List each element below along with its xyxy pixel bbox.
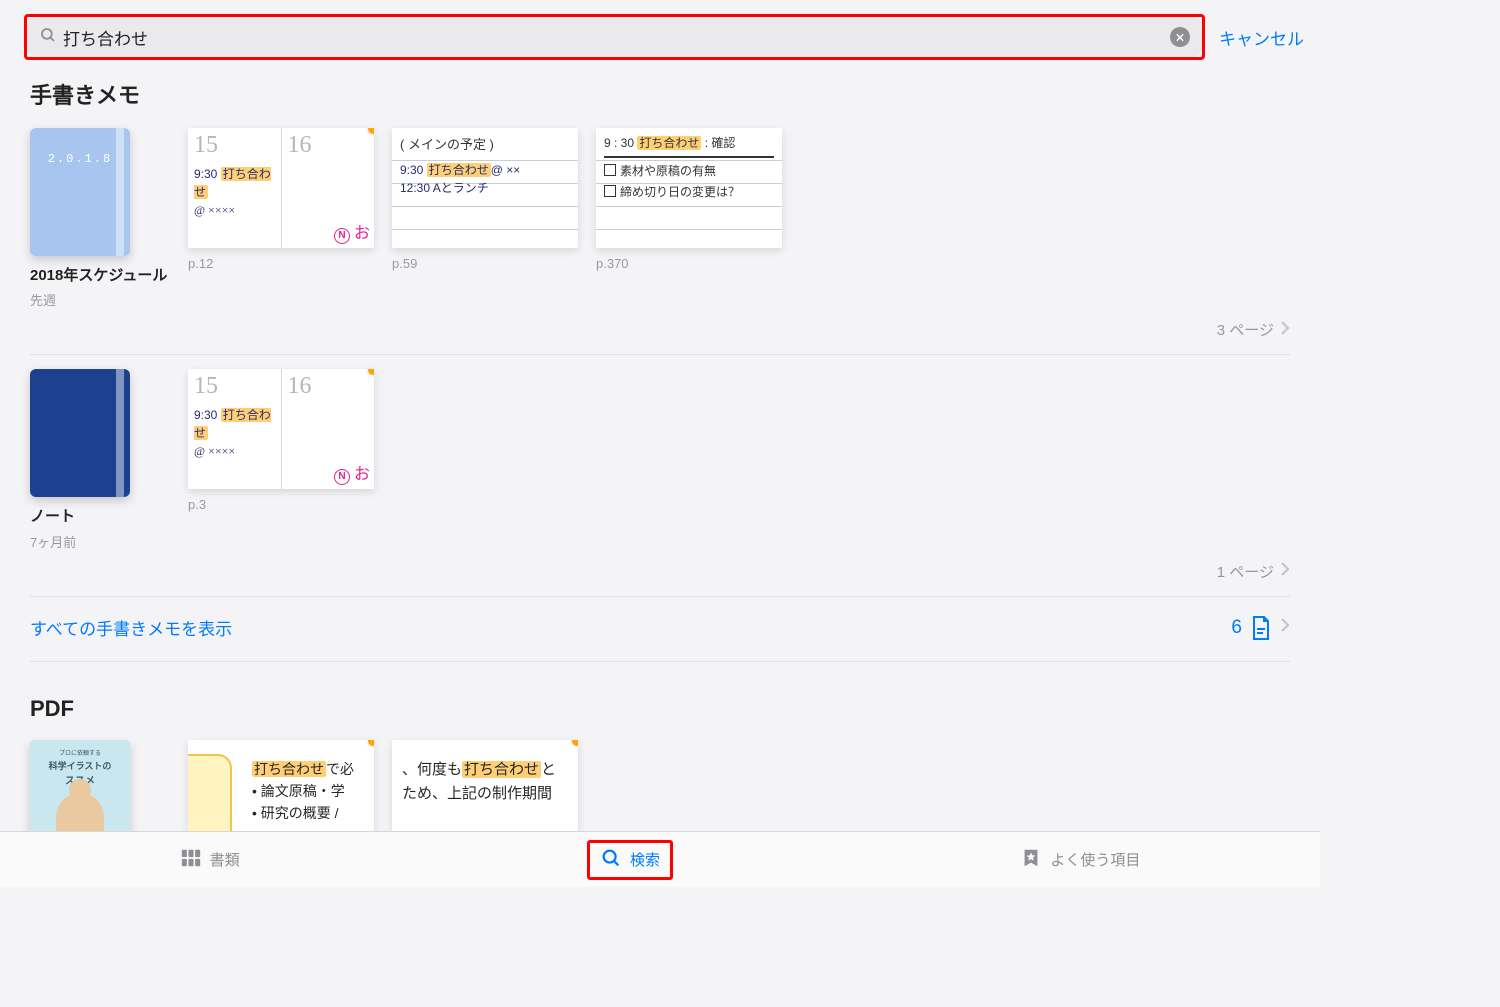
section-title: 手書きメモ <box>30 78 1290 110</box>
result-row: 2.0.1.8 2018年スケジュール 先週 15 9:30 打ち合わせ @ ×… <box>30 128 1290 309</box>
text: 科学イラストの <box>36 759 124 772</box>
text: 締め切り日の変更は？ <box>620 185 740 199</box>
tab-documents[interactable]: 書類 <box>168 841 252 879</box>
page-thumb[interactable]: 9 : 30 打ち合わせ : 確認 素材や原稿の有無 締め切り日の変更は？ p.… <box>596 128 782 271</box>
text: 論文原稿・学 <box>194 780 368 802</box>
text: プロに依頼する <box>36 748 124 757</box>
sync-status-icon <box>366 740 374 748</box>
pages-count-link[interactable]: 3 ページ <box>30 309 1290 355</box>
text: 9 : 30 <box>604 136 637 150</box>
pdf-cover: プロに依頼する 科学イラストの ススメ <box>30 740 130 838</box>
text: 12:30 Aとランチ <box>400 179 570 197</box>
text: @ ×× <box>491 163 521 177</box>
results-scroll[interactable]: 手書きメモ 2.0.1.8 2018年スケジュール 先週 15 9:30 打ち合… <box>0 74 1320 837</box>
checkbox-icon <box>604 164 616 176</box>
page-thumb[interactable]: 、何度も打ち合わせと ため、上記の制作期間 <box>392 740 578 838</box>
tab-label: 書類 <box>210 849 240 870</box>
cancel-button[interactable]: キャンセル <box>1219 25 1304 50</box>
date-label: 15 <box>194 132 275 159</box>
star-bookmark-icon <box>1020 847 1042 873</box>
page-thumb[interactable]: ( メインの予定 ) 9:30 打ち合わせ@ ×× 12:30 Aとランチ p.… <box>392 128 578 271</box>
search-hit: 打ち合わせ <box>637 136 701 150</box>
text: 9:30 <box>194 408 221 422</box>
tab-label: よく使う項目 <box>1050 849 1140 870</box>
show-all-count-link[interactable]: 6 <box>1231 615 1290 641</box>
document-icon <box>1250 615 1272 641</box>
text: @ ×××× <box>194 201 275 219</box>
page-number: p.3 <box>188 497 374 512</box>
text: で必 <box>326 761 354 777</box>
text: お <box>354 466 370 483</box>
text: : 確認 <box>701 136 735 150</box>
sync-status-icon <box>570 740 578 748</box>
search-hit: 打ち合わせ <box>252 761 326 777</box>
search-bar-row: キャンセル <box>0 0 1320 74</box>
notebook-item[interactable]: ノート 7ヶ月前 <box>30 369 170 550</box>
show-all-row: すべての手書きメモを表示 6 <box>30 597 1290 662</box>
text: 、何度も <box>402 761 462 778</box>
text: お <box>354 225 370 242</box>
page-number: p.12 <box>188 256 374 271</box>
date-label: 16 <box>288 132 369 159</box>
date-label: 16 <box>288 373 369 400</box>
page-thumb[interactable]: 15 9:30 打ち合わせ @ ×××× 16 N お p.12 <box>188 128 374 271</box>
notebook-title: ノート <box>30 507 170 527</box>
text: と <box>541 761 556 778</box>
page-thumbnails: 打ち合わせで必 論文原稿・学 研究の概要 / 、何度も打ち合わせと ため、上記の… <box>188 740 1290 838</box>
result-row: ノート 7ヶ月前 15 9:30 打ち合わせ @ ×××× 16 N お <box>30 369 1290 550</box>
notebook-title: 2018年スケジュール <box>30 266 170 286</box>
tab-search[interactable]: 検索 <box>587 840 673 880</box>
chevron-right-icon <box>1280 617 1290 638</box>
page-thumbnails: 15 9:30 打ち合わせ @ ×××× 16 N お p.12 <box>188 128 1290 271</box>
cover-year: 2.0.1.8 <box>30 152 130 166</box>
page-thumb[interactable]: 15 9:30 打ち合わせ @ ×××× 16 N お p.3 <box>188 369 374 512</box>
text: 研究の概要 / <box>194 802 368 824</box>
chevron-right-icon <box>1280 561 1290 581</box>
text: ため、上記の制作期間 <box>398 782 572 806</box>
search-input[interactable] <box>63 27 1164 47</box>
page-number: p.59 <box>392 256 578 271</box>
text: 9:30 <box>400 163 427 177</box>
notebook-subtitle: 先週 <box>30 290 170 309</box>
search-hit: 打ち合わせ <box>462 761 541 778</box>
checkbox-icon <box>604 185 616 197</box>
notebook-subtitle: 7ヶ月前 <box>30 532 170 551</box>
search-icon <box>39 26 57 49</box>
chevron-right-icon <box>1280 320 1290 340</box>
tab-label: 検索 <box>630 849 660 870</box>
notebook-item[interactable]: プロに依頼する 科学イラストの ススメ <box>30 740 170 838</box>
page-number: p.370 <box>596 256 782 271</box>
search-icon <box>600 847 622 873</box>
result-count: 6 <box>1231 617 1242 639</box>
clear-search-icon[interactable] <box>1170 27 1190 47</box>
section-title: PDF <box>30 696 1290 722</box>
date-label: 15 <box>194 373 275 400</box>
page-thumbnails: 15 9:30 打ち合わせ @ ×××× 16 N お p.3 <box>188 369 1290 512</box>
text: 素材や原稿の有無 <box>620 164 716 178</box>
search-field-highlight <box>24 14 1205 60</box>
pages-count: 1 ページ <box>1217 561 1274 582</box>
notebook-cover <box>30 369 130 497</box>
marker-icon: N <box>334 228 350 244</box>
grid-icon <box>180 847 202 873</box>
page-thumb[interactable]: 打ち合わせで必 論文原稿・学 研究の概要 / <box>188 740 374 838</box>
text: ( メインの予定 ) <box>400 134 570 153</box>
marker-icon: N <box>334 469 350 485</box>
text: @ ×××× <box>194 442 275 460</box>
search-hit: 打ち合わせ <box>427 163 491 177</box>
search-field[interactable] <box>27 17 1202 57</box>
pages-count: 3 ページ <box>1217 319 1274 340</box>
tab-favorites[interactable]: よく使う項目 <box>1008 841 1152 879</box>
tab-bar: 書類 検索 よく使う項目 <box>0 831 1320 887</box>
result-row: プロに依頼する 科学イラストの ススメ 打ち合わせで必 論文原稿・学 研究の概要… <box>30 740 1290 838</box>
show-all-link[interactable]: すべての手書きメモを表示 <box>30 615 232 640</box>
notebook-cover: 2.0.1.8 <box>30 128 130 256</box>
text: 9:30 <box>194 167 221 181</box>
notebook-item[interactable]: 2.0.1.8 2018年スケジュール 先週 <box>30 128 170 309</box>
pages-count-link[interactable]: 1 ページ <box>30 551 1290 597</box>
